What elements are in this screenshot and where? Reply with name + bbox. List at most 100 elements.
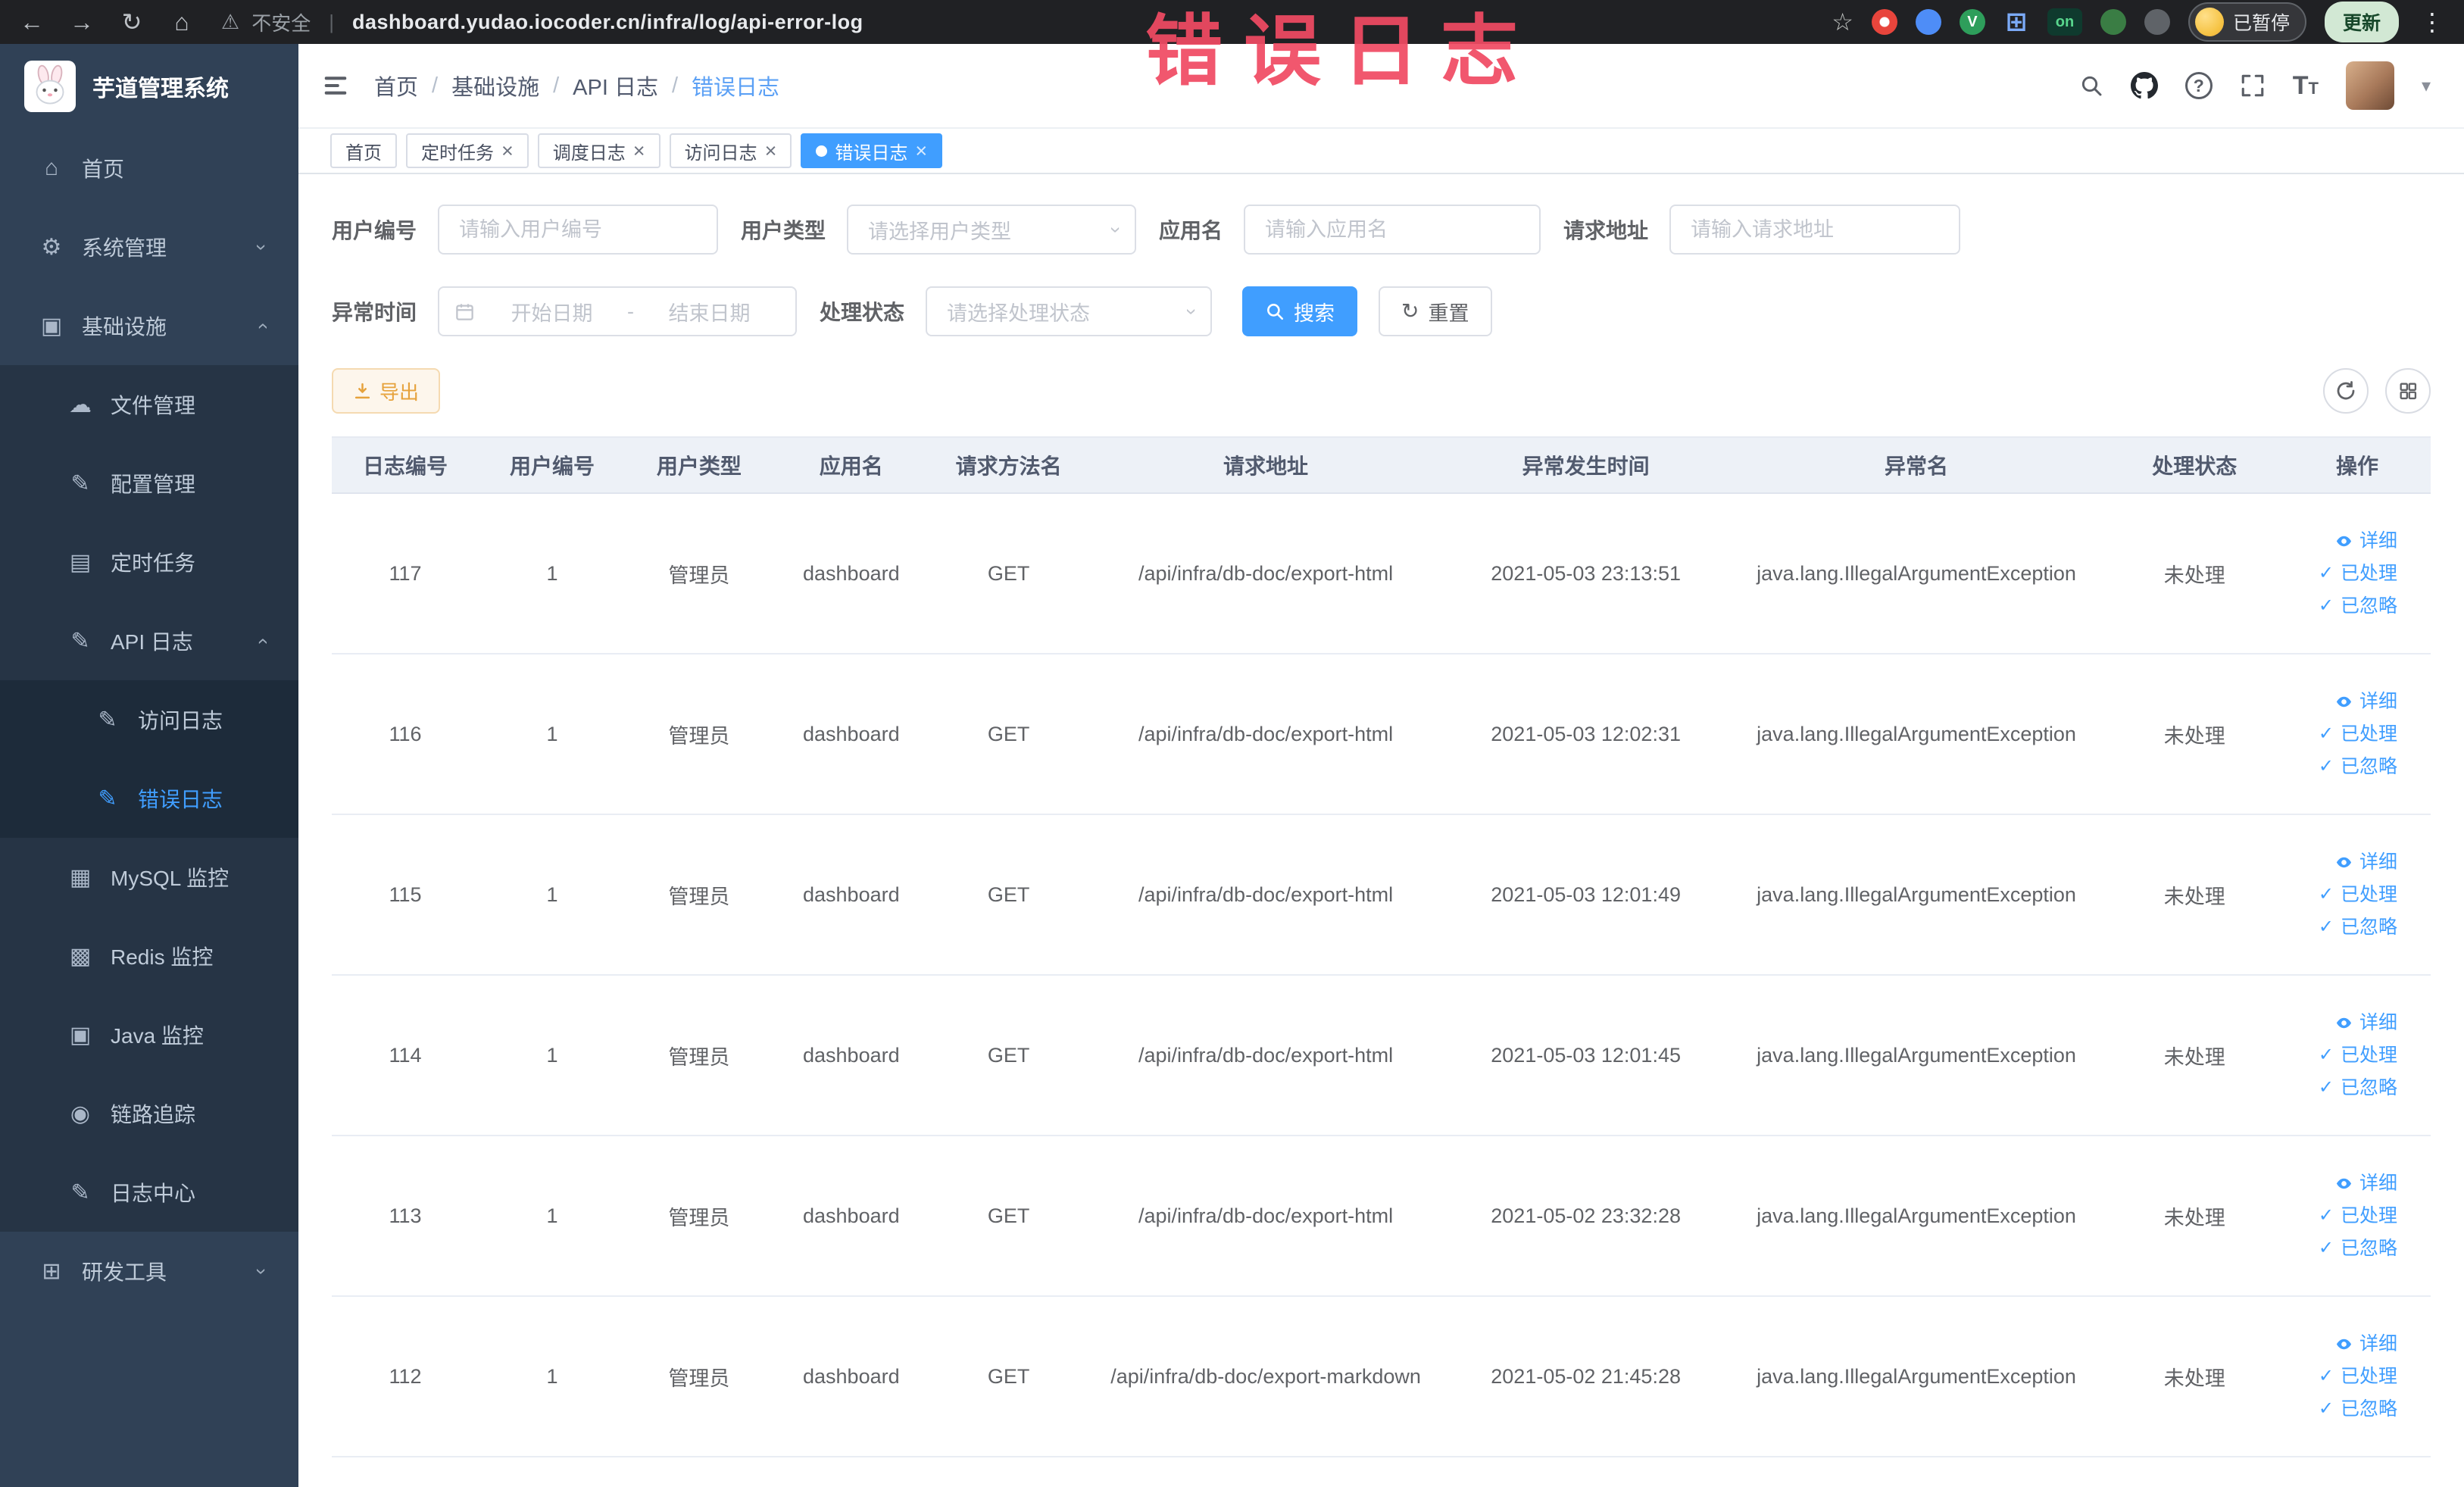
column-settings-button[interactable] (2385, 368, 2431, 414)
extension-icon[interactable] (2144, 9, 2170, 35)
browser-update-button[interactable]: 更新 (2324, 2, 2399, 42)
sidebar-item-home[interactable]: ⌂ 首页 (0, 129, 298, 208)
sidebar-item-system[interactable]: ⚙ 系统管理 › (0, 208, 298, 286)
cell-time: 2021-05-03 12:01:49 (1444, 814, 1728, 976)
home-icon: ⌂ (44, 155, 59, 180)
browser-menu-icon[interactable]: ⋮ (2417, 8, 2447, 36)
cell-app_name: dashboard (772, 1296, 930, 1457)
sidebar-item-error-log[interactable]: ✎ 错误日志 (0, 759, 298, 838)
detail-link[interactable]: 详细 (2294, 531, 2397, 551)
extension-icon[interactable] (2100, 9, 2126, 35)
export-button[interactable]: 导出 (332, 368, 441, 414)
bookmark-star-icon[interactable]: ☆ (1832, 8, 1853, 36)
address-bar[interactable]: ⚠ 不安全 | dashboard.yudao.iocoder.cn/infra… (221, 8, 1812, 36)
reset-button[interactable]: ↻ 重置 (1379, 286, 1492, 336)
tab-home[interactable]: 首页 (330, 133, 397, 168)
sidebar-item-api-log[interactable]: ✎ API 日志 › (0, 601, 298, 680)
detail-link[interactable]: 详细 (2294, 1173, 2397, 1193)
check-icon: ✓ (2318, 1366, 2334, 1386)
github-icon[interactable] (2130, 72, 2158, 99)
extension-on-badge[interactable]: on (2047, 8, 2082, 36)
sidebar-item-file[interactable]: ☁ 文件管理 (0, 365, 298, 444)
close-icon[interactable]: × (501, 140, 514, 161)
cell-status: 未处理 (2105, 654, 2284, 815)
tab-access-log[interactable]: 访问日志 × (669, 133, 792, 168)
mark-processed-link[interactable]: ✓ 已处理 (2294, 723, 2397, 745)
tab-job[interactable]: 定时任务 × (406, 133, 529, 168)
tab-error-log[interactable]: 错误日志 × (801, 133, 943, 168)
check-icon: ✓ (2318, 595, 2334, 616)
browser-home-icon[interactable]: ⌂ (167, 8, 197, 36)
close-icon[interactable]: × (915, 140, 927, 161)
mark-ignored-link[interactable]: ✓ 已忽略 (2294, 1399, 2397, 1419)
reload-icon[interactable]: ↻ (117, 8, 147, 36)
app-logo[interactable]: 芋道管理系统 (0, 44, 298, 129)
action-label: 已处理 (2340, 723, 2397, 745)
sidebar-item-access-log[interactable]: ✎ 访问日志 (0, 680, 298, 759)
forward-icon[interactable]: → (67, 8, 97, 36)
close-icon[interactable]: × (765, 140, 777, 161)
help-icon[interactable]: ? (2184, 72, 2213, 99)
font-size-icon[interactable]: TT (2293, 71, 2319, 101)
filter-row-1: 用户编号 用户类型 请选择用户类型 › 应用名 请求地址 (332, 205, 2431, 255)
sidebar-toggle-icon[interactable] (321, 71, 350, 100)
close-icon[interactable]: × (633, 140, 645, 161)
sidebar-item-redis[interactable]: ▩ Redis 监控 (0, 917, 298, 995)
action-label: 详细 (2359, 851, 2397, 873)
user-type-select[interactable]: 请选择用户类型 › (847, 205, 1137, 255)
sidebar-item-java[interactable]: ▣ Java 监控 (0, 995, 298, 1074)
mark-ignored-link[interactable]: ✓ 已忽略 (2294, 917, 2397, 937)
mark-processed-link[interactable]: ✓ 已处理 (2294, 1204, 2397, 1226)
user-id-input[interactable] (438, 205, 719, 255)
back-icon[interactable]: ← (17, 8, 47, 36)
date-range-picker[interactable]: 开始日期 - 结束日期 (438, 286, 798, 336)
avatar[interactable] (2345, 61, 2394, 110)
sidebar-item-trace[interactable]: ◉ 链路追踪 (0, 1074, 298, 1153)
sidebar-item-devtools[interactable]: ⊞ 研发工具 › (0, 1232, 298, 1310)
detail-link[interactable]: 详细 (2294, 851, 2397, 873)
mark-ignored-link[interactable]: ✓ 已忽略 (2294, 757, 2397, 776)
extension-icon[interactable] (1915, 9, 1941, 35)
app-name-input[interactable] (1244, 205, 1541, 255)
fullscreen-icon[interactable] (2240, 73, 2266, 98)
cell-actions: 详细 ✓ 已处理 ✓ 已忽略 (2283, 975, 2431, 1136)
extension-icon[interactable] (1871, 9, 1897, 35)
breadcrumb-item[interactable]: API 日志 (573, 70, 658, 102)
column-header: 操作 (2283, 436, 2431, 494)
tab-job-log[interactable]: 调度日志 × (537, 133, 661, 168)
detail-link[interactable]: 详细 (2294, 1334, 2397, 1354)
mark-ignored-link[interactable]: ✓ 已忽略 (2294, 595, 2397, 616)
chevron-down-icon: › (1105, 226, 1129, 233)
edit-icon: ✎ (98, 707, 117, 733)
sidebar-item-config[interactable]: ✎ 配置管理 (0, 444, 298, 523)
sidebar-item-mysql[interactable]: ▦ MySQL 监控 (0, 838, 298, 917)
mark-processed-link[interactable]: ✓ 已处理 (2294, 1045, 2397, 1065)
mark-processed-link[interactable]: ✓ 已处理 (2294, 1367, 2397, 1386)
process-status-select[interactable]: 请选择处理状态 › (926, 286, 1213, 336)
tab-label: 错误日志 (835, 142, 908, 164)
mark-ignored-link[interactable]: ✓ 已忽略 (2294, 1078, 2397, 1098)
mark-ignored-link[interactable]: ✓ 已忽略 (2294, 1239, 2397, 1258)
detail-link[interactable]: 详细 (2294, 692, 2397, 711)
vue-devtools-extension-icon[interactable] (1959, 9, 1985, 35)
search-icon[interactable] (2079, 73, 2103, 98)
cell-id: 116 (332, 654, 479, 815)
security-label[interactable]: 不安全 (251, 8, 311, 36)
request-url-input[interactable] (1669, 205, 1961, 255)
action-label: 已处理 (2340, 883, 2397, 905)
extensions-grid-icon[interactable]: ⊞ (2003, 8, 2029, 36)
sidebar-item-log-center[interactable]: ✎ 日志中心 (0, 1153, 298, 1232)
sidebar-item-job[interactable]: ▤ 定时任务 (0, 523, 298, 601)
breadcrumb-item[interactable]: 基础设施 (451, 70, 539, 102)
breadcrumb-item[interactable]: 首页 (374, 70, 418, 102)
mark-processed-link[interactable]: ✓ 已处理 (2294, 564, 2397, 583)
search-button[interactable]: 搜索 (1242, 286, 1358, 336)
sidebar-item-infra[interactable]: ▣ 基础设施 › (0, 286, 298, 365)
mark-processed-link[interactable]: ✓ 已处理 (2294, 883, 2397, 905)
caret-down-icon[interactable]: ▾ (2422, 75, 2431, 97)
url-text[interactable]: dashboard.yudao.iocoder.cn/infra/log/api… (352, 11, 863, 34)
refresh-table-button[interactable] (2323, 368, 2369, 414)
profile-chip[interactable]: 已暂停 (2188, 2, 2306, 42)
detail-link[interactable]: 详细 (2294, 1013, 2397, 1032)
action-label: 已处理 (2340, 1204, 2397, 1226)
